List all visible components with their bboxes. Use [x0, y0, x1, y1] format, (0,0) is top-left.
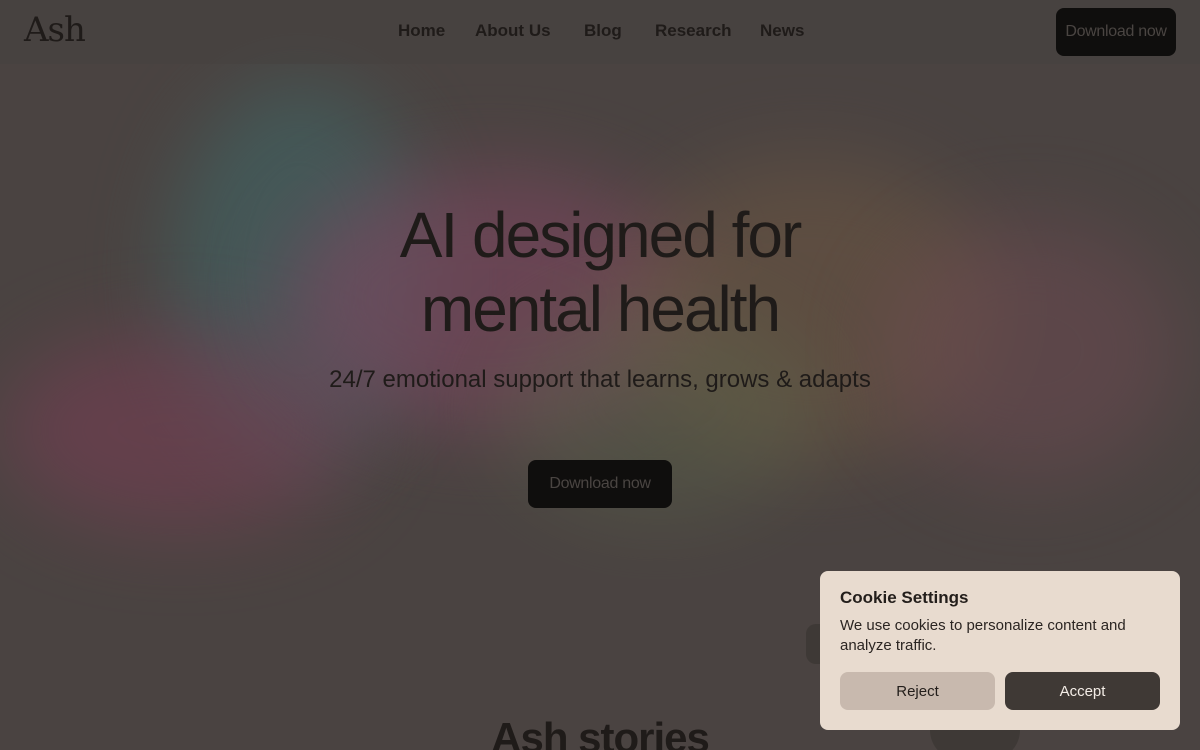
cookie-dialog: Cookie Settings We use cookies to person… [820, 571, 1180, 730]
page: Ash Home About Us Blog Research News Dow… [0, 0, 1200, 750]
cookie-text: We use cookies to personalize content an… [840, 617, 1126, 654]
nav-news[interactable]: News [760, 21, 804, 41]
hero-title-line1: AI designed for [399, 199, 802, 271]
nav-research[interactable]: Research [655, 21, 732, 41]
cookie-title: Cookie Settings [840, 588, 969, 607]
reject-button[interactable]: Reject [840, 672, 995, 710]
nav-about-us[interactable]: About Us [475, 21, 551, 41]
hero-subtitle: 24/7 emotional support that learns, grow… [329, 366, 871, 393]
cookie-buttons: Reject Accept [840, 672, 1160, 710]
nav-blog[interactable]: Blog [584, 21, 622, 41]
hero-title-line2: mental health [420, 273, 781, 345]
hero-title: AI designed for mental health [0, 198, 1200, 346]
header-download-button[interactable]: Download now [1056, 8, 1176, 56]
nav-home[interactable]: Home [398, 21, 445, 41]
main-nav: Home About Us Blog Research News [0, 21, 1200, 43]
site-header: Ash Home About Us Blog Research News Dow… [0, 0, 1200, 64]
accept-button[interactable]: Accept [1005, 672, 1160, 710]
hero-download-button[interactable]: Download now [528, 460, 672, 508]
